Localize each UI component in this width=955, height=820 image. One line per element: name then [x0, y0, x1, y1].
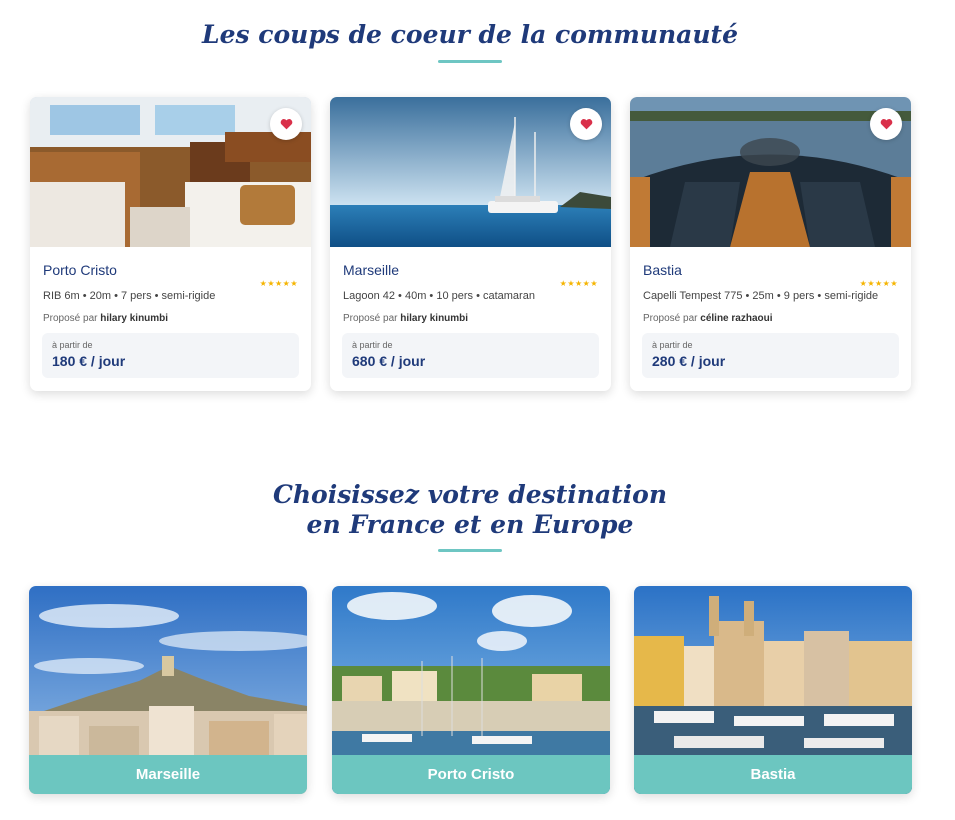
boat-specs: Lagoon 42 • 40m • 10 pers • catamaran	[343, 290, 535, 302]
boat-owner: Proposé par hilary kinumbi	[43, 313, 169, 324]
heart-icon	[580, 118, 593, 130]
owner-name: céline razhaoui	[700, 313, 773, 324]
boat-owner: Proposé par hilary kinumbi	[343, 313, 469, 324]
price-box: à partir de 280 € / jour	[642, 333, 899, 378]
boat-location: Marseille	[343, 262, 400, 278]
rating-stars: ★★★★★	[559, 279, 598, 288]
favorite-button[interactable]	[270, 108, 302, 140]
destinations-title-underline	[438, 549, 502, 552]
destinations-title-line1: Choisissez votre destination	[272, 480, 668, 509]
owner-name: hilary kinumbi	[400, 313, 469, 324]
price-value: 280 € / jour	[652, 353, 726, 369]
price-box: à partir de 680 € / jour	[342, 333, 599, 378]
boat-card[interactable]: Bastia ★★★★★ Capelli Tempest 775 • 25m •…	[630, 97, 911, 391]
boat-card[interactable]: Porto Cristo ★★★★★ RIB 6m • 20m • 7 pers…	[30, 97, 311, 391]
boat-specs: RIB 6m • 20m • 7 pers • semi-rigide	[43, 290, 216, 302]
destination-card-bastia[interactable]: Bastia	[634, 586, 912, 794]
boat-photo	[30, 97, 311, 247]
boat-location: Bastia	[643, 262, 682, 278]
price-from-label: à partir de	[352, 340, 393, 350]
price-from-label: à partir de	[52, 340, 93, 350]
price-from-label: à partir de	[652, 340, 693, 350]
price-value: 180 € / jour	[52, 353, 126, 369]
boat-location: Porto Cristo	[43, 262, 117, 278]
rating-stars: ★★★★★	[259, 279, 298, 288]
rating-stars: ★★★★★	[859, 279, 898, 288]
destination-label: Bastia	[634, 755, 912, 794]
price-value: 680 € / jour	[352, 353, 426, 369]
destinations-title-line2: en France et en Europe	[306, 510, 634, 539]
favorite-button[interactable]	[870, 108, 902, 140]
boat-photo	[330, 97, 611, 247]
heart-icon	[880, 118, 893, 130]
destination-card-porto-cristo[interactable]: Porto Cristo	[332, 586, 610, 794]
heart-icon	[280, 118, 293, 130]
boat-card[interactable]: Marseille ★★★★★ Lagoon 42 • 40m • 10 per…	[330, 97, 611, 391]
destination-card-marseille[interactable]: Marseille	[29, 586, 307, 794]
boat-specs: Capelli Tempest 775 • 25m • 9 pers • sem…	[643, 290, 879, 302]
destinations-title: Choisissez votre destination en France e…	[0, 480, 940, 540]
favorites-title-underline	[438, 60, 502, 63]
favorite-button[interactable]	[570, 108, 602, 140]
boat-photo	[630, 97, 911, 247]
boat-owner: Proposé par céline razhaoui	[643, 313, 773, 324]
price-box: à partir de 180 € / jour	[42, 333, 299, 378]
favorites-title: Les coups de coeur de la communauté	[201, 20, 738, 49]
destination-label: Porto Cristo	[332, 755, 610, 794]
destination-label: Marseille	[29, 755, 307, 794]
owner-name: hilary kinumbi	[100, 313, 169, 324]
